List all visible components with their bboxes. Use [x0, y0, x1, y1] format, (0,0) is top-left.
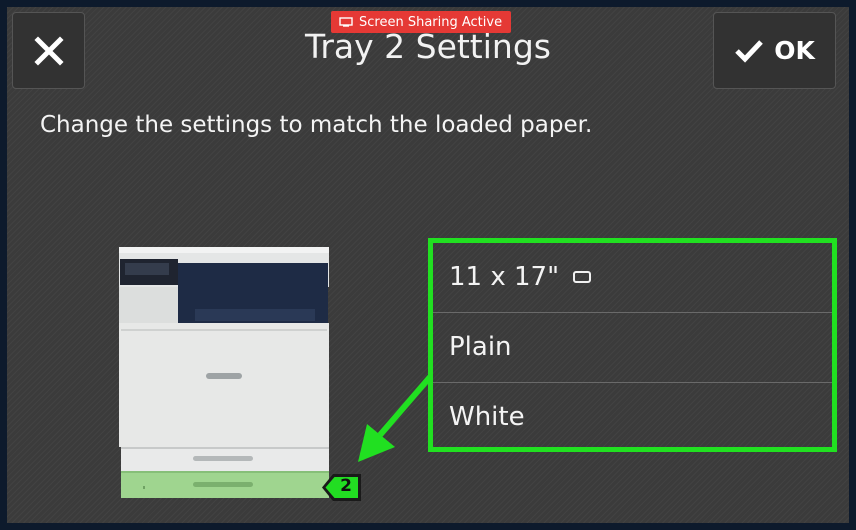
screen-share-icon — [339, 17, 353, 27]
checkmark-icon — [735, 39, 764, 63]
printer-illustration — [119, 247, 329, 498]
tray-number: 2 — [340, 476, 352, 496]
paper-color-setting[interactable]: White — [433, 383, 832, 451]
landscape-orientation-icon — [573, 271, 592, 283]
paper-size-label: 11 x 17" — [449, 262, 560, 292]
ok-label: OK — [774, 36, 815, 65]
screen-sharing-label: Screen Sharing Active — [359, 14, 503, 30]
tray-2-label: 2 — [320, 472, 363, 503]
screen-sharing-badge: Screen Sharing Active — [331, 11, 512, 33]
instruction-text: Change the settings to match the loaded … — [40, 112, 593, 138]
paper-settings-panel: 11 x 17" Plain White — [428, 238, 837, 452]
paper-type-label: Plain — [449, 332, 512, 362]
tray-settings-screen: Screen Sharing Active Tray 2 Settings OK… — [7, 7, 849, 523]
paper-size-setting[interactable]: 11 x 17" — [433, 243, 832, 311]
ok-button[interactable]: OK — [713, 12, 836, 89]
paper-type-setting[interactable]: Plain — [433, 313, 832, 381]
paper-color-label: White — [449, 402, 525, 432]
